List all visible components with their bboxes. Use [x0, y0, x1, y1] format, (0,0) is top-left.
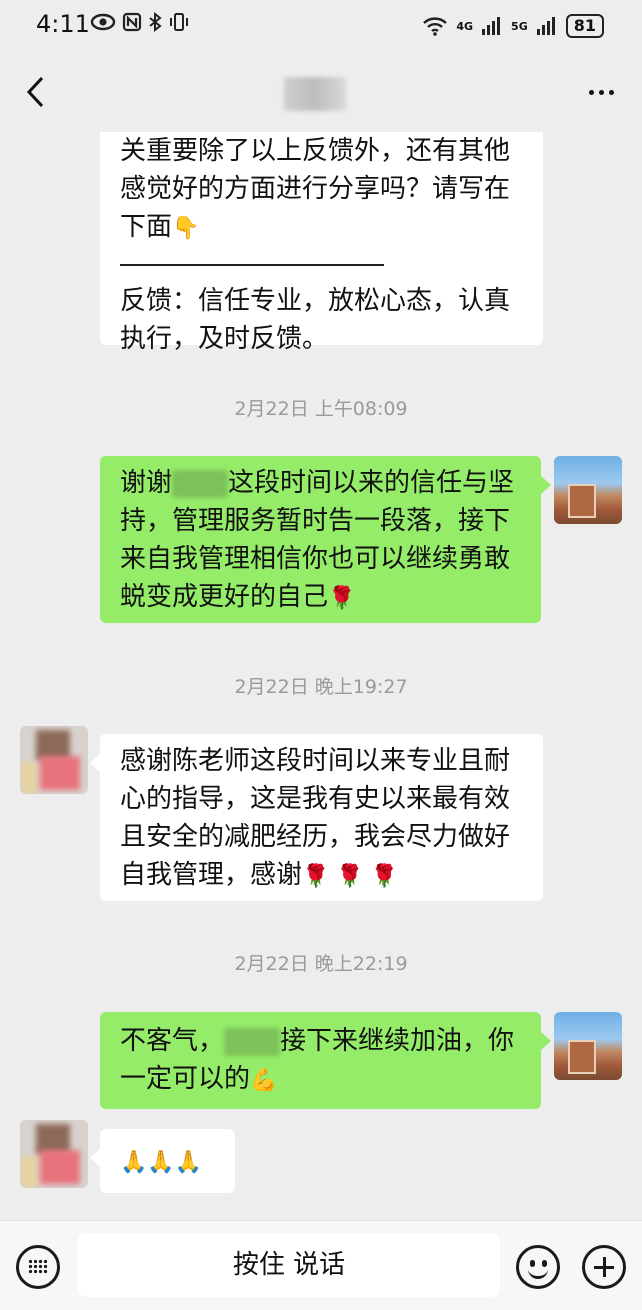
message-line: 感觉好的方面进行分享吗？请写在	[120, 174, 511, 204]
eye-icon	[90, 13, 116, 31]
message-line: 反馈：信任专业，放松心态，认真	[120, 286, 511, 316]
message-line: 蜕变成更好的自己🌹	[120, 578, 521, 618]
message-line: 一定可以的💪	[120, 1060, 521, 1100]
message-line: 自我管理，感谢🌹 🌹 🌹	[120, 856, 523, 896]
more-dots-icon	[589, 90, 594, 95]
smiley-mouth	[528, 1268, 548, 1279]
message-text: 一定可以的	[120, 1064, 251, 1094]
message-line: 持，管理服务暂时告一段落，接下	[120, 506, 511, 536]
message-bubble-incoming[interactable]: 关重要除了以上反馈外，还有其他 感觉好的方面进行分享吗？请写在 下面👇 反馈：信…	[100, 132, 543, 354]
message-text: 自我管理，感谢	[120, 860, 303, 890]
message-text: 不客气，	[120, 1026, 225, 1056]
message-text: 下面	[120, 212, 173, 242]
plus-button[interactable]	[582, 1245, 626, 1289]
emoji-button[interactable]	[516, 1245, 560, 1289]
avatar-blur	[40, 756, 80, 790]
keyboard-icon	[28, 1259, 48, 1275]
folded-hands-emoji: 🙏🙏🙏	[120, 1150, 203, 1175]
message-line: 执行，及时反馈。	[120, 324, 329, 354]
signal-4g-label: 4G	[456, 19, 474, 33]
message-bubble-outgoing[interactable]: 谢谢 这段时间以来的信任与坚 持，管理服务暂时告一段落，接下 来自我管理相信你也可…	[100, 456, 551, 623]
flexed-bicep-emoji: 💪	[250, 1068, 278, 1093]
timestamp: 2月22日 晚上19:27	[234, 676, 408, 698]
avatar-building	[568, 484, 596, 518]
keyboard-toggle-button[interactable]	[16, 1245, 60, 1289]
vibrate-icon	[170, 13, 188, 31]
smiley-icon	[530, 1260, 535, 1267]
signal-icon-2	[536, 17, 555, 35]
message-bubble-incoming[interactable]: 🙏🙏🙏	[90, 1129, 235, 1193]
back-button[interactable]	[22, 74, 52, 110]
divider-line	[120, 264, 384, 266]
message-line: 关重要除了以上反馈外，还有其他	[120, 136, 511, 166]
avatar-contact[interactable]	[20, 726, 88, 794]
battery-indicator: 81	[565, 14, 604, 38]
message-line: 下面👇	[120, 208, 523, 248]
avatar-building	[568, 1040, 596, 1074]
avatar-self[interactable]	[554, 456, 622, 524]
signal-icon	[482, 17, 501, 35]
bluetooth-icon	[149, 12, 162, 32]
message-line: 不客气， 接下来继续加油，你	[120, 1022, 521, 1060]
chevron-left-icon	[26, 76, 44, 108]
message-line: 心的指导，这是我有史以来最有效	[120, 784, 511, 814]
timestamp: 2月22日 晚上22:19	[234, 953, 408, 975]
nfc-icon	[122, 12, 142, 32]
rose-emoji: 🌹 🌹 🌹	[302, 864, 399, 889]
chat-title-blurred	[284, 77, 346, 111]
pointing-down-emoji: 👇	[172, 216, 200, 241]
status-bar: 4:11 4G 5G 81	[0, 0, 642, 52]
message-text: 谢谢	[120, 468, 173, 498]
avatar-blur	[20, 1156, 38, 1188]
status-right: 4G 5G 81	[422, 14, 604, 38]
more-dot	[609, 90, 614, 95]
chat-area[interactable]: 关重要除了以上反馈外，还有其他 感觉好的方面进行分享吗？请写在 下面👇 反馈：信…	[0, 132, 642, 1220]
more-dot	[599, 90, 604, 95]
message-text: 这段时间以来的信任与坚	[228, 468, 515, 498]
message-bubble-incoming[interactable]: 感谢陈老师这段时间以来专业且耐 心的指导，这是我有史以来最有效 且安全的减肥经历…	[90, 734, 543, 901]
hold-to-talk-button[interactable]: 按住 说话	[78, 1233, 500, 1297]
message-line: 来自我管理相信你也可以继续勇敢	[120, 544, 511, 574]
avatar-blur	[20, 762, 38, 794]
chat-header	[0, 52, 642, 132]
more-button[interactable]	[589, 90, 614, 95]
avatar-self[interactable]	[554, 1012, 622, 1080]
message-text: 接下来继续加油，你	[280, 1026, 515, 1056]
timestamp: 2月22日 上午08:09	[234, 398, 408, 420]
signal-5g-label: 5G	[511, 19, 528, 33]
message-bubble-outgoing[interactable]: 不客气， 接下来继续加油，你 一定可以的💪	[100, 1012, 551, 1109]
message-text: 蜕变成更好的自己	[120, 582, 329, 612]
status-left-icons	[90, 12, 190, 32]
blurred-name	[172, 469, 229, 498]
blurred-name	[224, 1027, 281, 1056]
message-line: 且安全的减肥经历，我会尽力做好	[120, 822, 511, 852]
avatar-contact[interactable]	[20, 1120, 88, 1188]
smiley-eye	[542, 1260, 547, 1267]
status-time: 4:11	[36, 10, 90, 38]
input-bar: 按住 说话	[0, 1220, 642, 1310]
message-line: 谢谢 这段时间以来的信任与坚	[120, 464, 521, 502]
wifi-icon	[423, 17, 448, 36]
avatar-blur	[40, 1150, 80, 1184]
rose-emoji: 🌹	[328, 586, 356, 611]
message-line: 感谢陈老师这段时间以来专业且耐	[120, 746, 511, 776]
